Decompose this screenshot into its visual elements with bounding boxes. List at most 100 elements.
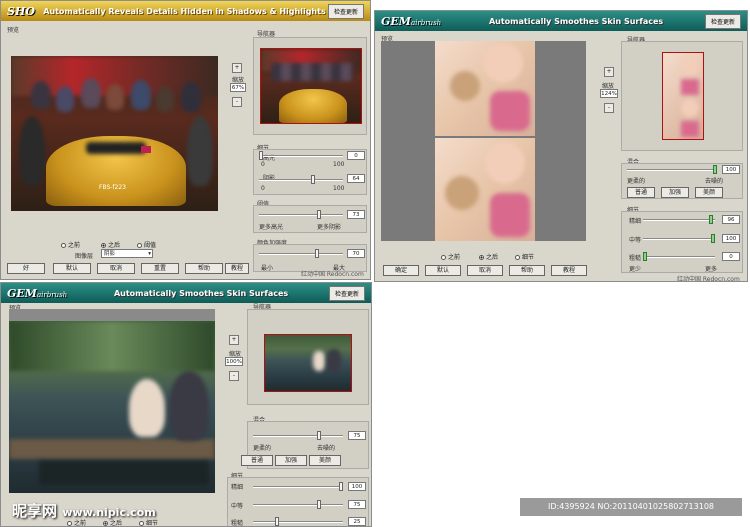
navigator-thumbnail[interactable] <box>662 52 704 140</box>
zoom-out-button[interactable]: - <box>229 371 239 381</box>
ok-button[interactable]: 好 <box>7 263 45 274</box>
radio-threshold-label: 阈值 <box>144 242 157 249</box>
reset-button[interactable]: 重置 <box>141 263 179 274</box>
sho-title: Automatically Reveals Details Hidden in … <box>43 6 326 16</box>
sho-window: SHO Automatically Reveals Details Hidden… <box>0 0 371 280</box>
mode-smooth-button[interactable]: 美颜 <box>309 455 341 466</box>
radio-before[interactable]: 之前 <box>61 240 80 249</box>
check-update-button[interactable]: 检查更新 <box>704 13 741 29</box>
shadow-min: 0 <box>261 185 265 192</box>
gem-titlebar: GEMairbrush Automatically Smoothes Skin … <box>375 11 747 31</box>
color-strength-value[interactable]: 70 <box>347 249 365 258</box>
coarse-value[interactable]: 25 <box>348 517 366 526</box>
radio-detail[interactable]: 细节 <box>515 252 534 261</box>
site-watermark: 昵享网 www.nipic.com <box>12 500 156 521</box>
zoom-in-button[interactable]: + <box>604 67 614 77</box>
gem-logo-sub: airbrush <box>410 18 442 27</box>
blend-value[interactable]: 75 <box>348 431 366 440</box>
blend-right-label: 去噪的 <box>705 178 724 185</box>
fine-value[interactable]: 100 <box>348 482 366 491</box>
cancel-button[interactable]: 取消 <box>467 265 503 276</box>
medium-value[interactable]: 75 <box>348 500 366 509</box>
coarse-value[interactable]: 0 <box>722 252 740 261</box>
photo-caption: FBS-f223 <box>99 184 126 191</box>
sho-titlebar: SHO Automatically Reveals Details Hidden… <box>1 1 370 21</box>
more-label: 更多 <box>705 266 718 273</box>
shadow-value[interactable]: 64 <box>347 174 365 183</box>
radio-threshold[interactable]: 阈值 <box>137 240 156 249</box>
highlight-slider[interactable] <box>259 151 343 160</box>
gem-window-portrait: GEMairbrush Automatically Smoothes Skin … <box>374 10 748 282</box>
blend-value[interactable]: 100 <box>722 165 740 174</box>
coarse-slider[interactable] <box>643 252 715 261</box>
fine-slider[interactable] <box>253 482 343 491</box>
threshold-value[interactable]: 73 <box>347 210 365 219</box>
fine-slider[interactable] <box>643 215 715 224</box>
cancel-button[interactable]: 取消 <box>97 263 135 274</box>
medium-slider[interactable] <box>253 500 343 509</box>
image-id-bar: ID:4395924 NO:20110401025802713108 <box>520 498 742 516</box>
highlight-value[interactable]: 0 <box>347 151 365 160</box>
check-update-button[interactable]: 检查更新 <box>328 285 365 301</box>
blend-left-label: 更柔的 <box>627 178 646 185</box>
color-strength-slider[interactable] <box>259 249 343 258</box>
radio-after[interactable]: 之后 <box>101 240 120 249</box>
gem-title: Automatically Smoothes Skin Surfaces <box>113 288 289 298</box>
radio-after[interactable]: 之后 <box>479 252 498 261</box>
navigator-thumbnail[interactable] <box>260 48 362 124</box>
ok-button[interactable]: 确定 <box>383 265 419 276</box>
view-layer-select[interactable]: 阴影 ▾ <box>101 249 153 258</box>
preview-area <box>9 309 215 321</box>
navigator-panel <box>253 37 367 135</box>
medium-label: 中等 <box>231 503 244 510</box>
zoom-out-button[interactable]: - <box>604 103 614 113</box>
coarse-label: 粗糙 <box>231 520 244 527</box>
mode-strong-button[interactable]: 加强 <box>275 455 307 466</box>
mode-normal-button[interactable]: 普通 <box>627 187 655 198</box>
radio-detail-label: 细节 <box>522 254 535 261</box>
zoom-in-button[interactable]: + <box>229 335 239 345</box>
zoom-in-button[interactable]: + <box>232 63 242 73</box>
blend-slider[interactable] <box>253 431 343 440</box>
check-update-button[interactable]: 检查更新 <box>327 3 364 19</box>
chevron-down-icon: ▾ <box>148 251 151 257</box>
navigator-panel <box>247 309 369 405</box>
gem-logo: GEMairbrush <box>375 15 447 28</box>
mode-smooth-button[interactable]: 美颜 <box>695 187 723 198</box>
navigator-panel <box>621 41 743 151</box>
radio-before-label: 之前 <box>74 520 87 527</box>
mode-normal-button[interactable]: 普通 <box>241 455 273 466</box>
medium-label: 中等 <box>629 237 642 244</box>
shadow-max: 100 <box>333 185 345 192</box>
preview-label: 预览 <box>7 27 20 34</box>
radio-before[interactable]: 之前 <box>441 252 460 261</box>
shadow-slider[interactable] <box>259 175 343 184</box>
tutorial-button[interactable]: 教程 <box>551 265 587 276</box>
highlight-min: 0 <box>261 161 265 168</box>
zoom-value[interactable]: 67% <box>230 83 246 92</box>
help-button[interactable]: 帮助 <box>509 265 545 276</box>
mode-strong-button[interactable]: 加强 <box>661 187 689 198</box>
fine-value[interactable]: 96 <box>722 215 740 224</box>
threshold-slider[interactable] <box>259 210 343 219</box>
gem-logo: GEMairbrush <box>1 287 73 300</box>
tutorial-button[interactable]: 教程 <box>225 263 249 274</box>
coarse-label: 粗糙 <box>629 255 642 262</box>
medium-value[interactable]: 100 <box>722 234 740 243</box>
less-label: 更少 <box>629 266 642 273</box>
gem-titlebar: GEMairbrush Automatically Smoothes Skin … <box>1 283 371 303</box>
radio-after-label: 之后 <box>486 254 499 261</box>
navigator-thumbnail[interactable] <box>264 334 352 392</box>
zoom-out-button[interactable]: - <box>232 97 242 107</box>
help-button[interactable]: 帮助 <box>185 263 223 274</box>
zoom-value[interactable]: 124% <box>600 89 618 98</box>
medium-slider[interactable] <box>643 234 715 243</box>
default-button[interactable]: 默认 <box>53 263 91 274</box>
gem-logo-text: GEM <box>381 14 411 28</box>
blend-slider[interactable] <box>627 165 717 174</box>
coarse-slider[interactable] <box>253 517 343 526</box>
gem-title: Automatically Smoothes Skin Surfaces <box>488 16 664 26</box>
default-button[interactable]: 默认 <box>425 265 461 276</box>
zoom-value[interactable]: 100% <box>225 357 243 366</box>
threshold-right-label: 更多阴影 <box>317 224 342 231</box>
